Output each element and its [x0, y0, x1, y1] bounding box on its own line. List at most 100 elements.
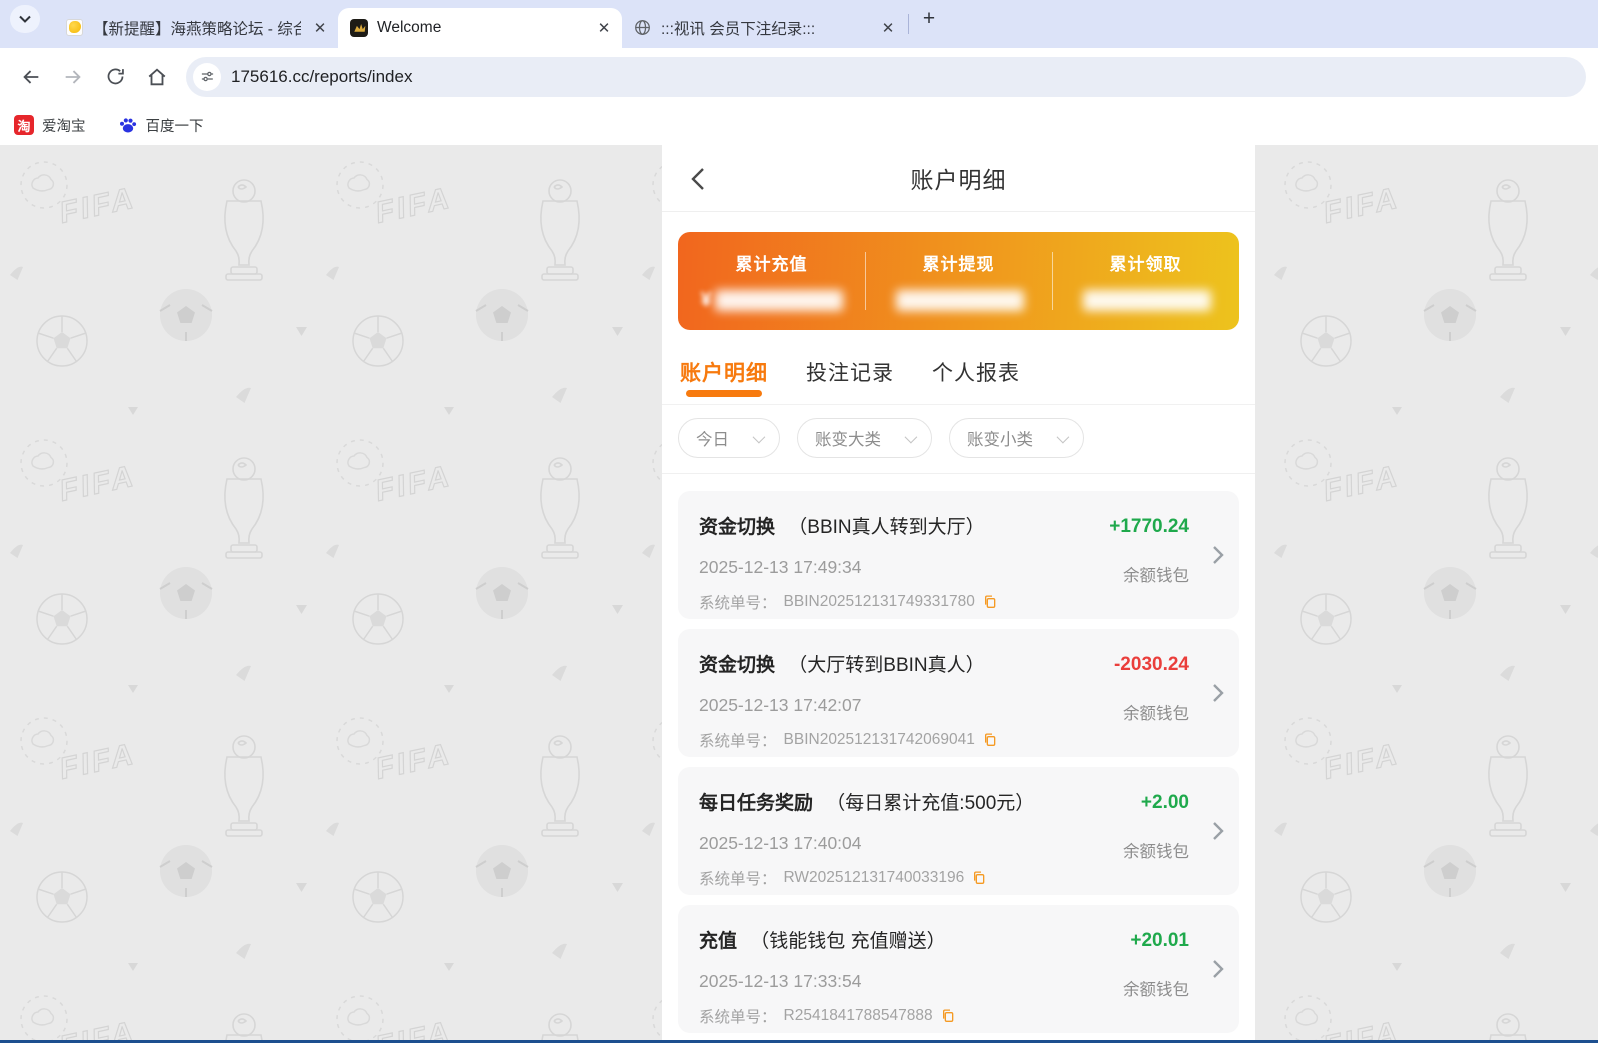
masked-value: [1083, 289, 1211, 311]
address-bar[interactable]: 175616.cc/reports/index: [186, 56, 1586, 97]
chevron-down-icon: [19, 15, 31, 23]
transaction-type: 资金切换: [699, 517, 776, 538]
new-tab-button[interactable]: +: [915, 5, 943, 33]
back-button[interactable]: [12, 58, 50, 96]
wallet-label: 余额钱包: [1123, 567, 1189, 585]
transaction-type: 充值: [699, 931, 738, 952]
bookmark-label: 百度一下: [145, 118, 204, 135]
tab-separator: [908, 14, 909, 34]
transaction-type: 资金切换: [699, 655, 776, 676]
globe-favicon: [635, 20, 650, 35]
report-tab[interactable]: 个人报表: [932, 357, 1020, 404]
summary-stat-label: 累计领取: [1109, 255, 1182, 274]
transaction-right-block: +2.00 余额钱包: [1123, 792, 1189, 862]
transaction-order-row: 系统单号： RW202512131740033196: [699, 867, 1221, 889]
copy-icon[interactable]: [940, 1008, 956, 1024]
transaction-row[interactable]: 资金切换 （BBIN真人转到大厅） 2025-12-13 17:49:34 系统…: [678, 491, 1239, 619]
chevron-right-icon[interactable]: [1211, 681, 1225, 705]
report-tab[interactable]: 投注记录: [806, 357, 894, 404]
wallet-label: 余额钱包: [1123, 981, 1189, 999]
transaction-row[interactable]: 充值 （钱能钱包 充值赠送） 2025-12-13 17:33:54 系统单号：…: [678, 905, 1239, 1033]
transaction-order-row: 系统单号： R2541841788547888: [699, 1005, 1221, 1027]
bookmark-icon: 淘: [14, 115, 34, 135]
copy-icon[interactable]: [982, 594, 998, 610]
tab-close-button[interactable]: ✕: [878, 18, 898, 38]
reload-button[interactable]: [96, 58, 134, 96]
browser-toolbar: 175616.cc/reports/index: [0, 48, 1598, 105]
tab-favicon: [66, 19, 84, 37]
transaction-right-block: +20.01 余额钱包: [1123, 930, 1189, 1000]
tab-close-button[interactable]: ✕: [310, 18, 330, 38]
reload-icon: [107, 68, 124, 85]
page-header: 账户明细: [662, 145, 1255, 212]
summary-stat: 累计充值 ¥: [678, 250, 865, 312]
summary-stat-value: [865, 288, 1052, 312]
tab-title: :::视讯 会员下注纪录:::: [661, 21, 816, 38]
browser-tab[interactable]: :::视讯 会员下注纪录::: ✕: [622, 8, 906, 48]
filter-dropdown[interactable]: 今日: [678, 418, 780, 458]
report-tab-label: 投注记录: [806, 362, 894, 385]
bookmark-item[interactable]: 百度一下: [118, 115, 204, 136]
order-number: RW202512131740033196: [783, 869, 965, 886]
report-tab-label: 账户明细: [680, 362, 768, 385]
site-settings-chip[interactable]: [193, 62, 221, 91]
copy-icon[interactable]: [982, 732, 998, 748]
tab-favicon: [634, 19, 652, 37]
order-label: 系统单号：: [699, 1009, 777, 1026]
forum-favicon: [66, 19, 83, 36]
filter-label: 账变大类: [815, 431, 881, 449]
filter-row: 今日 账变大类 账变小类: [662, 405, 1255, 474]
browser-tab-strip: 【新提醒】海燕策略论坛 - 综合 ✕ Welcome ✕:::视讯 会员下注纪…: [0, 0, 1598, 48]
transaction-right-block: -2030.24 余额钱包: [1114, 654, 1189, 724]
summary-stat-value: [1052, 288, 1239, 312]
summary-stat-value: ¥: [678, 288, 865, 312]
home-button[interactable]: [138, 58, 176, 96]
chevron-down-icon: [904, 430, 918, 443]
filter-dropdown[interactable]: 账变小类: [949, 418, 1084, 458]
order-number: BBIN202512131749331780: [783, 593, 975, 610]
browser-tab[interactable]: 【新提醒】海燕策略论坛 - 综合 ✕: [54, 8, 338, 48]
gold-crest-favicon: [350, 19, 368, 37]
bookmarks-bar: 淘 爱淘宝 百度一下: [0, 105, 1598, 145]
transaction-row[interactable]: 资金切换 （大厅转到BBIN真人） 2025-12-13 17:42:07 系统…: [678, 629, 1239, 757]
transaction-type: 每日任务奖励: [699, 793, 814, 814]
chevron-left-icon: [691, 168, 704, 190]
transaction-subtitle: （大厅转到BBIN真人）: [788, 655, 985, 676]
masked-value: [714, 289, 843, 311]
bookmark-icon: [118, 115, 138, 135]
tab-close-button[interactable]: ✕: [594, 18, 614, 38]
transaction-subtitle: （钱能钱包 充值赠送）: [750, 931, 946, 952]
taobao-icon: 淘: [14, 115, 34, 135]
wallet-label: 余额钱包: [1123, 705, 1189, 723]
page-back-button[interactable]: [684, 165, 712, 193]
summary-separator: [1051, 252, 1053, 310]
tune-icon: [201, 71, 213, 82]
back-arrow-icon: [23, 69, 39, 84]
transaction-amount: +20.01: [1130, 930, 1189, 951]
bookmark-item[interactable]: 淘 爱淘宝: [14, 115, 86, 136]
wallet-label: 余额钱包: [1123, 843, 1189, 861]
account-detail-panel: 账户明细 累计充值 ¥ 累计提现 累计领取 账户明细 投注记录 个人报表 今日 …: [662, 145, 1255, 1043]
filter-dropdown[interactable]: 账变大类: [797, 418, 932, 458]
forward-button[interactable]: [54, 58, 92, 96]
browser-tab[interactable]: Welcome ✕: [338, 8, 622, 48]
chevron-down-icon: [1056, 430, 1070, 443]
summary-stat-label: 累计充值: [735, 255, 808, 274]
order-number: BBIN202512131742069041: [783, 731, 975, 748]
chevron-right-icon[interactable]: [1211, 819, 1225, 843]
web-page: FIFA: [0, 145, 1598, 1043]
bookmark-label: 爱淘宝: [42, 118, 86, 135]
order-label: 系统单号：: [699, 871, 777, 888]
chevron-right-icon[interactable]: [1211, 543, 1225, 567]
order-label: 系统单号：: [699, 733, 777, 750]
page-title: 账户明细: [910, 167, 1007, 193]
summary-card: 累计充值 ¥ 累计提现 累计领取: [678, 232, 1239, 330]
transaction-subtitle: （每日累计充值:500元）: [826, 793, 1035, 814]
chevron-right-icon[interactable]: [1211, 957, 1225, 981]
copy-icon[interactable]: [971, 870, 987, 886]
transaction-row[interactable]: 每日任务奖励 （每日累计充值:500元） 2025-12-13 17:40:04…: [678, 767, 1239, 895]
report-tab[interactable]: 账户明细: [680, 357, 768, 404]
tab-search-button[interactable]: [10, 5, 40, 33]
summary-stat-label: 累计提现: [922, 255, 995, 274]
filter-label: 今日: [696, 431, 729, 449]
